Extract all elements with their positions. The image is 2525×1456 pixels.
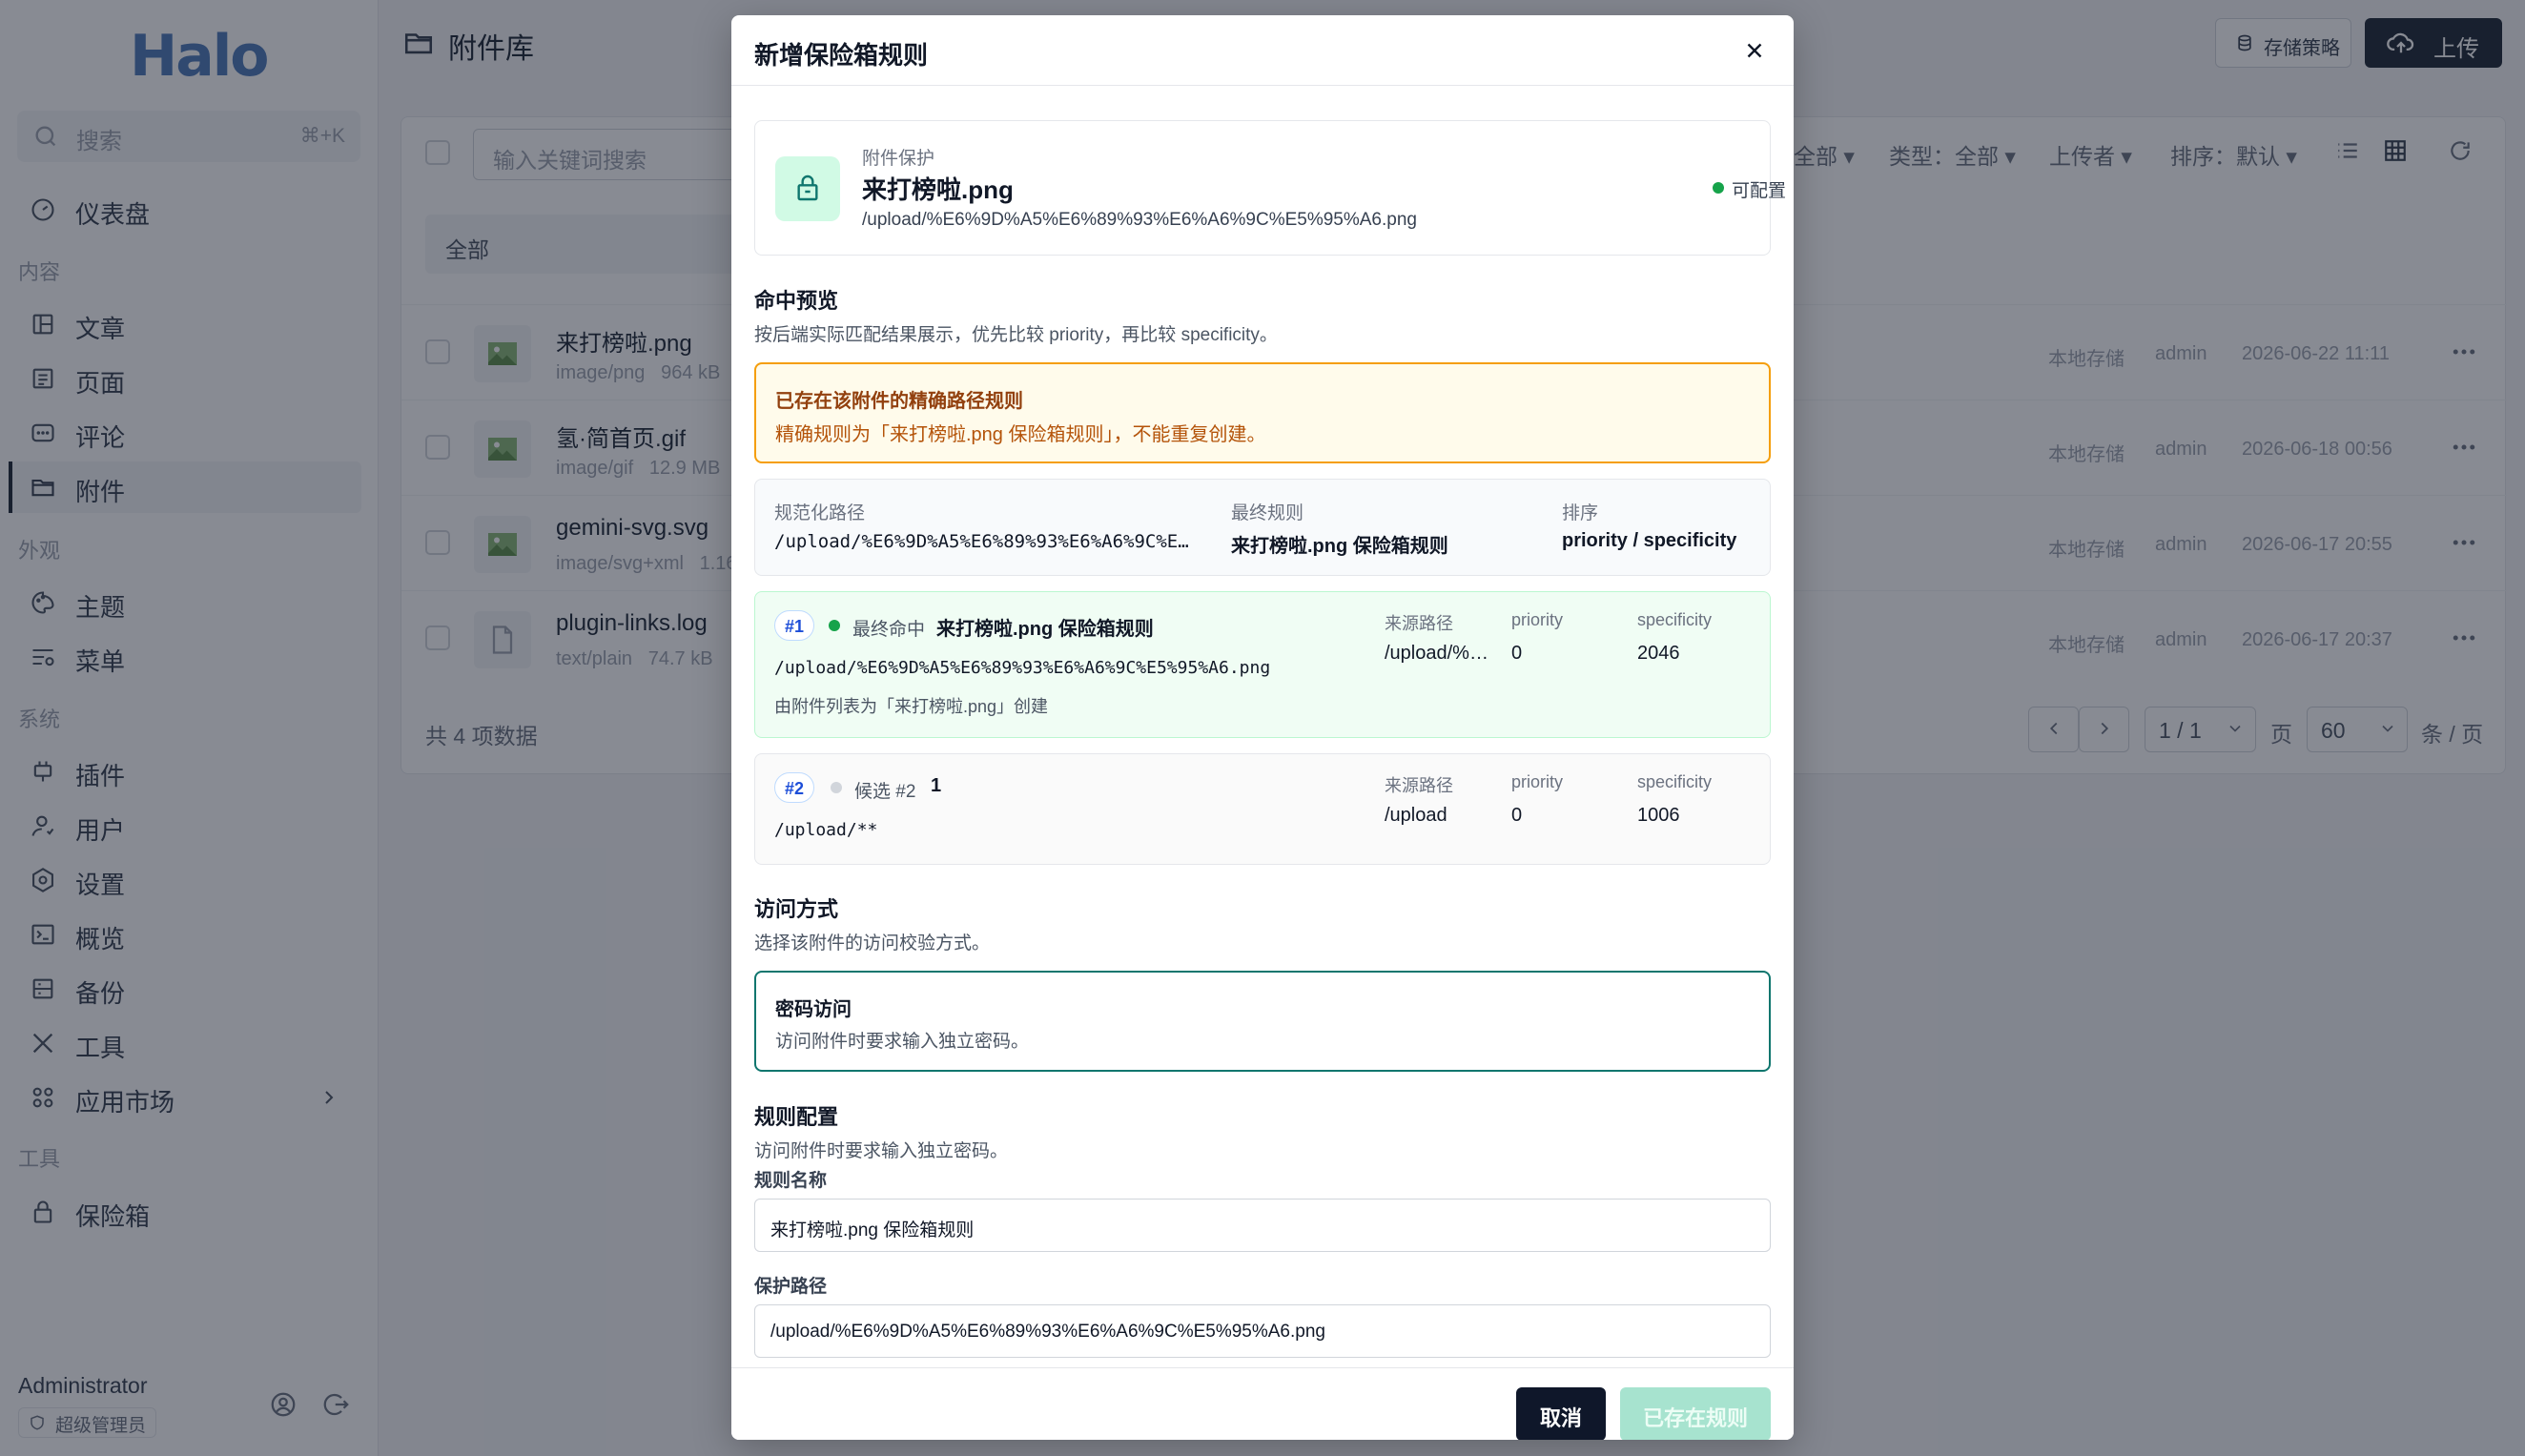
source-path-label: 来源路径 bbox=[1385, 776, 1453, 795]
modal-footer: 取消 已存在规则 bbox=[731, 1367, 1794, 1440]
warning-title: 已存在该附件的精确路径规则 bbox=[775, 391, 1023, 412]
match-summary: 规范化路径 /upload/%E6%9D%A5%E6%89%93%E6%A6%9… bbox=[754, 479, 1771, 576]
submit-button-disabled[interactable]: 已存在规则 bbox=[1620, 1387, 1771, 1440]
candidate-pattern: /upload/%E6%9D%A5%E6%89%93%E6%A6%9C%E5%9… bbox=[774, 658, 1271, 678]
duplicate-rule-warning: 已存在该附件的精确路径规则 精确规则为「来打榜啦.png 保险箱规则」，不能重复… bbox=[754, 362, 1771, 463]
candidate-rank-badge: #2 bbox=[774, 772, 814, 803]
create-vault-rule-modal: 新增保险箱规则 附件保护 来打榜啦.png /upload/%E6%9D%A5%… bbox=[731, 15, 1794, 1440]
status-badge: 可配置 bbox=[1732, 181, 1787, 201]
access-desc: 选择该附件的访问校验方式。 bbox=[754, 933, 991, 954]
access-option-desc: 访问附件时要求输入独立密码。 bbox=[775, 1032, 1030, 1052]
order-value: priority / specificity bbox=[1562, 530, 1737, 551]
specificity-value: 1006 bbox=[1637, 805, 1680, 826]
config-title: 规则配置 bbox=[754, 1105, 839, 1129]
status-dot bbox=[831, 782, 842, 793]
candidate-status: 最终命中 bbox=[852, 620, 926, 640]
normalized-path-label: 规范化路径 bbox=[774, 503, 866, 523]
protect-path-input[interactable]: /upload/%E6%9D%A5%E6%89%93%E6%A6%9C%E5%9… bbox=[754, 1304, 1771, 1358]
priority-label: priority bbox=[1511, 772, 1564, 791]
candidate-rank-badge: #1 bbox=[774, 610, 814, 641]
order-label: 排序 bbox=[1562, 503, 1599, 523]
config-desc: 访问附件时要求输入独立密码。 bbox=[754, 1141, 1009, 1161]
rule-name-label: 规则名称 bbox=[754, 1171, 828, 1191]
access-option-title: 密码访问 bbox=[775, 999, 852, 1020]
source-path-label: 来源路径 bbox=[1385, 614, 1453, 633]
lock-badge bbox=[775, 156, 840, 221]
priority-value: 0 bbox=[1511, 643, 1523, 664]
candidate-status: 候选 #2 bbox=[854, 782, 916, 802]
candidate-card-final: #1 最终命中 来打榜啦.png 保险箱规则 /upload/%E6%9D%A5… bbox=[754, 591, 1771, 738]
candidate-name: 1 bbox=[931, 775, 942, 796]
priority-value: 0 bbox=[1511, 805, 1523, 826]
protect-path-label: 保护路径 bbox=[754, 1277, 828, 1297]
preview-title: 命中预览 bbox=[754, 289, 839, 313]
status-dot bbox=[1713, 182, 1724, 194]
final-rule-value: 来打榜啦.png 保险箱规则 bbox=[1231, 536, 1448, 557]
candidate-pattern: /upload/** bbox=[774, 820, 878, 840]
attachment-protect-label: 附件保护 bbox=[862, 149, 935, 169]
priority-label: priority bbox=[1511, 610, 1564, 629]
attachment-path: /upload/%E6%9D%A5%E6%89%93%E6%A6%9C%E5%9… bbox=[862, 210, 1417, 230]
source-path-value: /upload/%… bbox=[1385, 643, 1488, 664]
modal-header: 新增保险箱规则 bbox=[731, 15, 1794, 86]
preview-desc: 按后端实际匹配结果展示，优先比较 priority，再比较 specificit… bbox=[754, 325, 1278, 345]
specificity-label: specificity bbox=[1637, 772, 1713, 791]
status-dot bbox=[829, 620, 840, 631]
modal-body: 附件保护 来打榜啦.png /upload/%E6%9D%A5%E6%89%93… bbox=[731, 86, 1794, 1367]
final-rule-label: 最终规则 bbox=[1231, 503, 1304, 523]
close-icon[interactable] bbox=[1742, 38, 1767, 63]
attachment-card: 附件保护 来打榜啦.png /upload/%E6%9D%A5%E6%89%93… bbox=[754, 120, 1786, 256]
access-option-password[interactable]: 密码访问 访问附件时要求输入独立密码。 bbox=[754, 971, 1771, 1072]
candidate-note: 由附件列表为「来打榜啦.png」创建 bbox=[774, 697, 1049, 716]
specificity-value: 2046 bbox=[1637, 643, 1680, 664]
warning-text: 精确规则为「来打榜啦.png 保险箱规则」，不能重复创建。 bbox=[775, 424, 1266, 445]
candidate-card: #2 候选 #2 1 /upload/** 来源路径 /upload prior… bbox=[754, 753, 1771, 865]
source-path-value: /upload bbox=[1385, 805, 1447, 826]
candidate-name: 来打榜啦.png 保险箱规则 bbox=[936, 619, 1154, 640]
specificity-label: specificity bbox=[1637, 610, 1713, 629]
lock-icon bbox=[792, 173, 823, 203]
normalized-path-value: /upload/%E6%9D%A5%E6%89%93%E6%A6%9C%E… bbox=[774, 531, 1189, 552]
attachment-name: 来打榜啦.png bbox=[862, 175, 1014, 204]
modal-title: 新增保险箱规则 bbox=[754, 41, 929, 70]
rule-name-input[interactable]: 来打榜啦.png 保险箱规则 bbox=[754, 1199, 1771, 1252]
cancel-button[interactable]: 取消 bbox=[1516, 1387, 1606, 1440]
access-title: 访问方式 bbox=[754, 897, 839, 921]
